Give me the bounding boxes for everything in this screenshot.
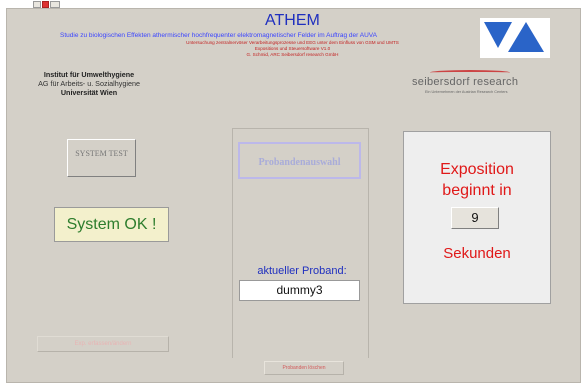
institute-name: Institut für Umwelthygiene [43,70,135,79]
window-control-icon[interactable] [50,1,60,8]
seibersdorf-tagline: Ein Unternehmen der Austrian Research Ce… [425,90,508,94]
institute-university: Universität Wien [60,88,118,97]
proband-select-button[interactable]: Probandenauswahl [238,142,361,179]
seibersdorf-logo-text: seibersdorf research [412,76,519,88]
institute-block: Institut für Umwelthygiene AG für Arbeit… [34,70,144,97]
institute-department: AG für Arbeits- u. Sozialhygiene [38,79,140,88]
study-subtitle: Studie zu biologischen Effekten athermis… [60,32,377,39]
exposition-edit-button[interactable]: Exp. erfassen/ändern [37,336,169,352]
stop-icon[interactable] [42,1,49,8]
current-proband-label: aktueller Proband: [257,265,347,277]
app-title: ATHEM [265,12,320,29]
divider [232,128,233,358]
system-status-indicator: System OK ! [54,207,169,242]
countdown-value: 9 [451,207,499,229]
begins-in-label: beginnt in [442,182,512,199]
divider [368,128,369,358]
delete-proband-button[interactable]: Probanden löschen [264,361,344,375]
auva-logo-icon [480,18,550,58]
seibersdorf-swoosh-icon [430,70,510,75]
current-proband-field: dummy3 [239,280,360,301]
divider [232,128,368,129]
window-control-icon[interactable] [33,1,41,8]
exposition-countdown-panel: Exposition beginnt in 9 Sekunden [403,131,551,304]
seconds-label: Sekunden [443,245,511,262]
system-test-button[interactable]: SYSTEM TEST [67,139,136,177]
exposition-label: Exposition [440,161,514,178]
